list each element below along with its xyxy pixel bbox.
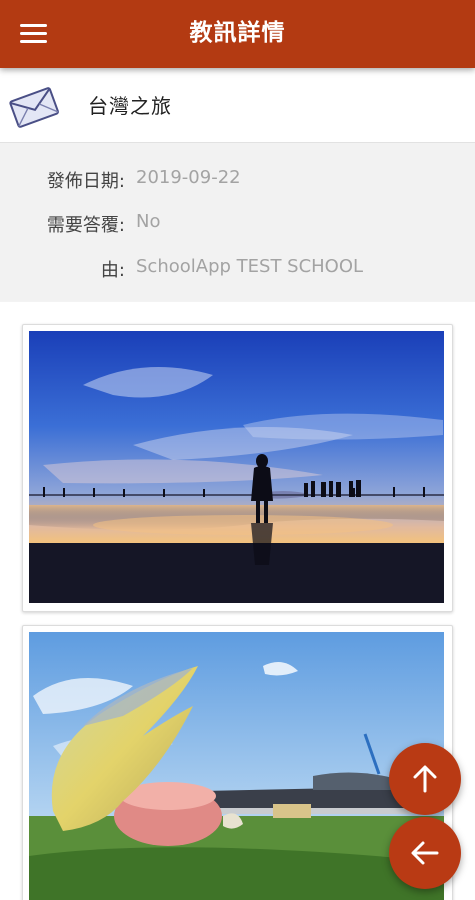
detail-value-date: 2019-09-22	[136, 167, 241, 188]
app-bar: 教訊詳情	[0, 0, 475, 68]
arrow-up-icon	[413, 765, 437, 793]
detail-value-reply: No	[136, 211, 161, 232]
detail-row-sender: 由: SchoolApp TEST SCHOOL	[0, 256, 475, 286]
detail-row-date: 發佈日期: 2019-09-22	[0, 167, 475, 197]
page-title: 教訊詳情	[189, 20, 286, 46]
detail-row-reply: 需要答覆: No	[0, 211, 475, 241]
detail-label-reply: 需要答覆:	[46, 215, 125, 236]
detail-value-sender: SchoolApp TEST SCHOOL	[136, 256, 364, 277]
photo-card-1[interactable]	[22, 324, 453, 612]
attachment-photo-2	[29, 632, 444, 900]
hamburger-menu-icon[interactable]	[14, 18, 54, 50]
scroll-to-top-button[interactable]	[389, 743, 461, 815]
message-subject: 台灣之旅	[88, 94, 172, 118]
detail-label-sender: 由:	[100, 260, 125, 281]
message-subject-row: 台灣之旅	[0, 68, 475, 143]
message-details: 發佈日期: 2019-09-22 需要答覆: No 由: SchoolApp T…	[0, 143, 475, 301]
arrow-left-icon	[411, 841, 439, 865]
envelope-icon	[9, 87, 59, 128]
back-button[interactable]	[389, 817, 461, 889]
app-screen: 教訊詳情 台灣之旅 發佈日期: 2019-09-22 需要答覆: No 由: S…	[0, 0, 475, 900]
attachment-photo-1	[29, 331, 444, 603]
detail-label-date: 發佈日期:	[46, 171, 125, 192]
